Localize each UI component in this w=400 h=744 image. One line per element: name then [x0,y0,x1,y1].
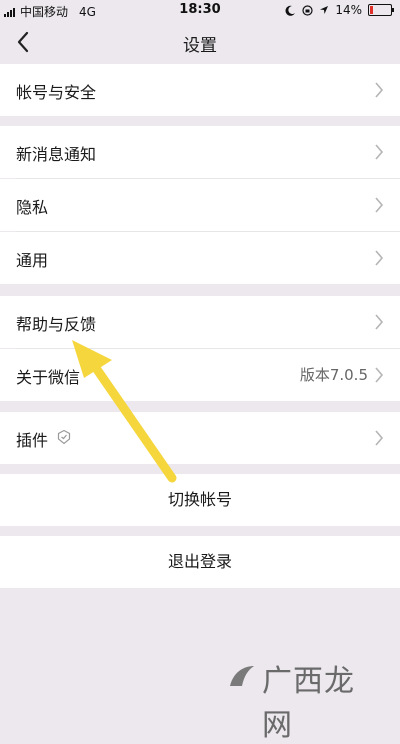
settings-item-help-feedback[interactable]: 帮助与反馈 [0,296,400,348]
status-bar: 中国移动 4G 18:30 14% [0,0,400,22]
chevron-right-icon [375,314,384,330]
switch-account-button[interactable]: 切换帐号 [0,474,400,526]
chevron-right-icon [375,144,384,160]
settings-item-label: 新消息通知 [16,145,97,164]
chevron-right-icon [375,197,384,213]
page-title: 设置 [183,36,217,56]
settings-item-label: 通用 [16,251,49,270]
chevron-right-icon [375,367,384,383]
battery-icon [368,4,394,16]
settings-item-label: 插件 [16,431,49,450]
settings-item-privacy[interactable]: 隐私 [0,179,400,231]
battery-percent: 14% [335,3,362,17]
moon-icon [285,5,296,16]
watermark: 广西龙网 [226,656,376,743]
chevron-right-icon [375,82,384,98]
settings-item-label: 隐私 [16,198,49,217]
settings-item-label: 帮助与反馈 [16,315,97,334]
version-label: 版本7.0.5 [299,366,368,384]
settings-item-plugins[interactable]: 插件 [0,412,400,464]
settings-item-general[interactable]: 通用 [0,232,400,284]
settings-item-about-wechat[interactable]: 关于微信 版本7.0.5 [0,349,400,401]
watermark-logo-icon [230,666,254,686]
chevron-right-icon [375,430,384,446]
location-icon [320,6,329,14]
nav-bar: 设置 [0,22,400,64]
plugin-icon [57,429,71,445]
settings-item-label: 帐号与安全 [16,83,97,102]
settings-item-label: 关于微信 [16,368,81,387]
chevron-right-icon [375,250,384,266]
settings-item-account-security[interactable]: 帐号与安全 [0,64,400,116]
orientation-lock-icon [302,4,313,16]
logout-button[interactable]: 退出登录 [0,536,400,588]
settings-item-notifications[interactable]: 新消息通知 [0,126,400,178]
watermark-text: 广西龙网 [262,664,355,743]
